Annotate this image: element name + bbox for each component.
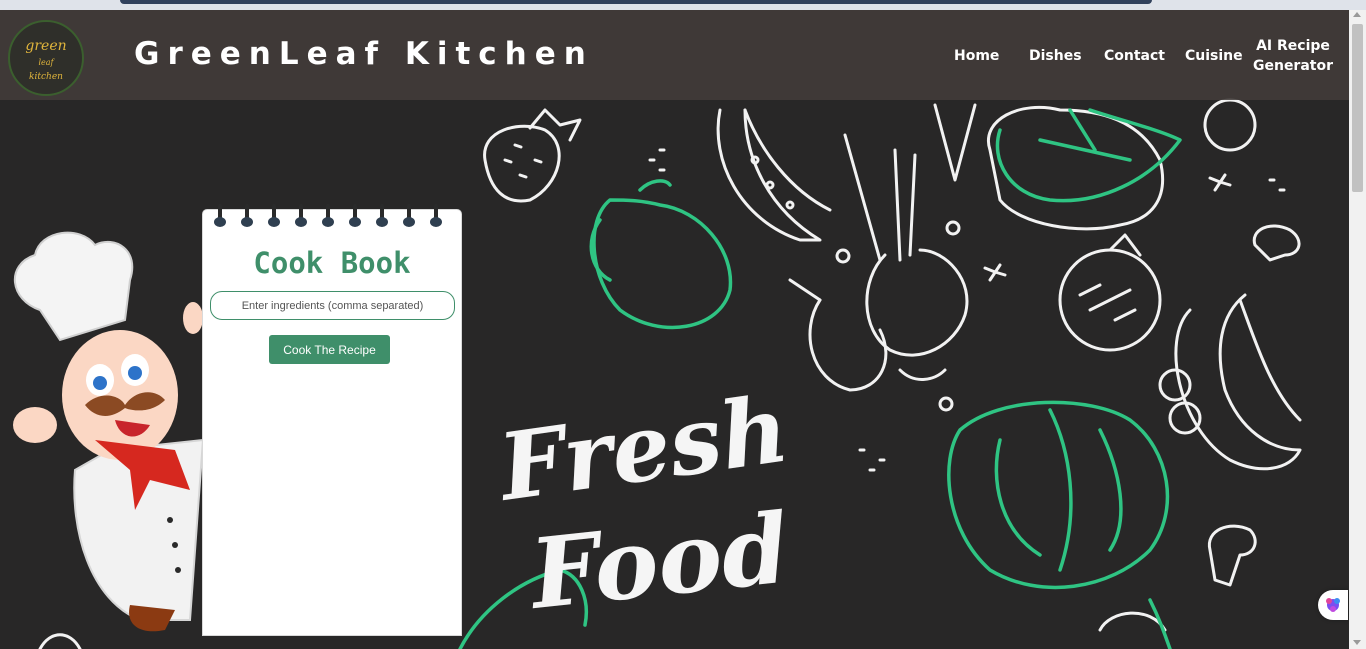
navbar: green leaf kitchen GreenLeaf Kitchen Hom… <box>0 10 1349 100</box>
spiral-ring-icon <box>322 204 334 230</box>
spiral-ring-icon <box>403 204 415 230</box>
browser-top-strip <box>0 0 1366 10</box>
logo-text-line3: kitchen <box>29 72 63 82</box>
site-logo[interactable]: green leaf kitchen <box>8 20 84 96</box>
nav-ai-line1: AI Recipe <box>1256 38 1330 54</box>
spiral-ring-icon <box>241 204 253 230</box>
logo-text-line1: green <box>25 38 67 54</box>
logo-text-line2: leaf <box>38 58 54 67</box>
spiral-ring-icon <box>349 204 361 230</box>
cookbook-panel: Cook Book Cook The Recipe <box>203 204 461 635</box>
chef-mascot <box>13 231 205 632</box>
ingredients-input[interactable] <box>210 291 455 320</box>
browser-tab-bar <box>120 0 1152 4</box>
spiral-ring-icon <box>214 204 226 230</box>
page: Fresh Food green leaf kitchen GreenLeaf … <box>0 10 1349 649</box>
page-scrollbar[interactable] <box>1349 10 1366 649</box>
nav-ai-line2: Generator <box>1252 58 1333 74</box>
nav-link-contact[interactable]: Contact <box>1104 46 1165 66</box>
scroll-down-arrow-icon[interactable] <box>1353 640 1361 645</box>
hero-text: Fresh Food <box>490 375 795 632</box>
scroll-up-arrow-icon[interactable] <box>1353 12 1361 17</box>
cookbook-title: Cook Book <box>253 246 411 280</box>
nav-link-home[interactable]: Home <box>954 46 999 66</box>
nav-link-dishes[interactable]: Dishes <box>1029 46 1082 66</box>
floating-widget-button[interactable] <box>1318 590 1348 620</box>
spiral-ring-icon <box>268 204 280 230</box>
nav-link-cuisine[interactable]: Cuisine <box>1185 46 1243 66</box>
floating-widget-icon <box>1326 598 1340 612</box>
spiral-ring-icon <box>376 204 388 230</box>
scrollbar-thumb[interactable] <box>1352 24 1363 192</box>
spiral-ring-icon <box>295 204 307 230</box>
cook-recipe-button[interactable]: Cook The Recipe <box>269 335 390 364</box>
spiral-ring-icon <box>430 204 442 230</box>
site-title: GreenLeaf Kitchen <box>134 36 594 72</box>
nav-link-ai-recipe-generator[interactable]: AI Recipe Generator <box>1252 36 1334 76</box>
